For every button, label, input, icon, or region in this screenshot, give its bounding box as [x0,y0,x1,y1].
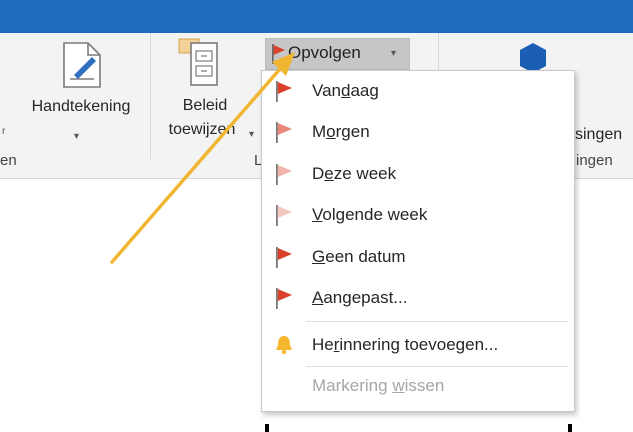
menu-item-label: Markering wissen [312,376,444,396]
assign-policy-button[interactable]: Beleid toewijzen ▾ [155,33,260,153]
menu-item-label: Volgende week [312,205,427,225]
access-key: V [312,205,323,224]
right-group-label-bottom: ingen [576,152,613,169]
assign-policy-label-2: toewijzen [168,121,236,138]
label-part: Van [312,81,341,100]
left-stub-caret: r [2,126,6,137]
follow-up-button[interactable]: Opvolgen ▾ [265,38,410,70]
menu-item-label: Morgen [312,122,370,142]
group-separator [150,33,151,159]
label-part: ze week [333,164,397,183]
follow-up-caret: ▾ [391,48,397,59]
bottom-mark-right [568,424,572,432]
follow-up-label: Opvolgen [288,43,361,62]
follow-up-menu: Vandaag Morgen Deze week Volgende week Geen … [261,70,575,412]
flag-icon [276,164,292,185]
access-key: G [312,247,326,266]
label-part: angepast... [323,288,408,307]
label-part: rgen [335,122,370,141]
label-part: He [312,335,334,354]
menu-item-label: Deze week [312,164,396,184]
menu-item-flag[interactable]: Vandaag [262,72,574,110]
label-part: olgende week [322,205,428,224]
menu-item-flag[interactable]: Volgende week [262,196,574,234]
assign-policy-label-1: Beleid [182,97,228,114]
flag-icon [276,205,292,226]
access-key: o [326,122,336,141]
title-bar [0,0,633,33]
menu-item-label: Geen datum [312,247,406,267]
flag-icon [276,81,292,102]
right-group-label-top: singen [575,126,623,143]
flag-icon [276,247,292,268]
signature-icon [63,42,101,88]
menu-item-label: Aangepast... [312,288,407,308]
menu-item-label: Herinnering toevoegen... [312,335,498,355]
access-key: w [392,376,405,395]
flag-icon [276,288,292,309]
menu-item-clear-flag[interactable]: Markering wissen [262,367,574,405]
flag-icon [276,122,292,143]
menu-item-flag[interactable]: Geen datum [262,238,574,276]
signature-label: Handtekening [31,98,131,115]
label-part: D [312,164,325,183]
menu-item-flag[interactable]: Deze week [262,155,574,193]
menu-item-label: Vandaag [312,81,379,101]
bottom-mark-left [265,424,269,432]
access-key: A [312,288,324,307]
bell-icon [276,336,292,355]
label-part: aag [350,81,379,100]
menu-separator [306,321,568,322]
label-part: een datum [325,247,406,266]
group-label-left: en [0,152,17,169]
label-part: innering toevoegen... [339,335,499,354]
access-key: e [324,164,334,183]
menu-item-flag[interactable]: Aangepast... [262,279,574,317]
signature-caret: ▾ [74,131,80,142]
menu-item-flag[interactable]: Morgen [262,113,574,151]
flag-icon [272,44,285,64]
label-part: issen [404,376,445,395]
assign-policy-caret: ▾ [249,129,255,140]
menu-item-add-reminder[interactable]: Herinnering toevoegen... [262,326,574,364]
label-part: Markering [312,376,393,395]
signature-button[interactable]: Handtekening ▾ [12,33,142,148]
label-part: M [312,122,327,141]
policy-icon [178,38,218,86]
